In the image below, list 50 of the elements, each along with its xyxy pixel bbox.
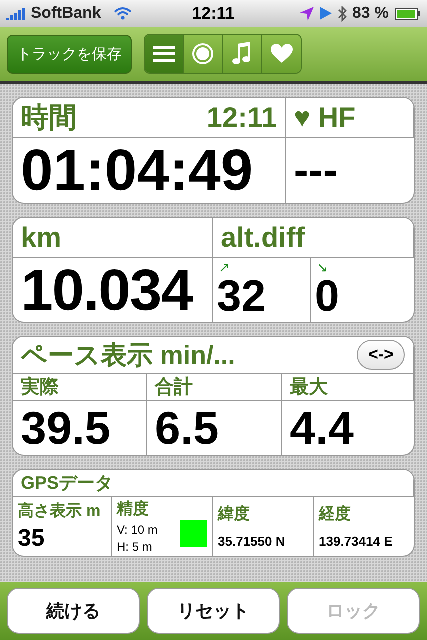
record-icon (192, 43, 214, 65)
ascent-arrow: ↗ (219, 260, 230, 275)
clock-time: 12:11 (192, 4, 235, 24)
horizontal-accuracy: H: 5 m (117, 540, 154, 554)
heart-icon (270, 44, 292, 64)
bluetooth-icon (338, 6, 347, 22)
heart-rate-label: ♥ HF (294, 102, 356, 134)
latitude-value: 35.71550 N (218, 534, 286, 549)
gps-title: GPSデータ (21, 472, 114, 495)
descent-arrow: ↘ (317, 260, 328, 275)
battery-percent: 83 % (352, 4, 389, 22)
view-tab[interactable] (184, 35, 223, 73)
battery-icon (395, 8, 421, 20)
clock-label: 12:11 (206, 102, 277, 134)
distance-value: 10.034 (21, 256, 192, 322)
save-track-button[interactable]: トラックを保存 (7, 34, 132, 74)
view-tab[interactable] (223, 35, 262, 73)
bottom-button[interactable]: 続ける (7, 588, 140, 634)
heart-rate-value: --- (294, 146, 338, 196)
bottom-button[interactable]: リセット (147, 588, 280, 634)
elapsed-time: 01:04:49 (21, 137, 254, 203)
longitude-value: 139.73414 E (319, 534, 394, 549)
altitude-diff-label: alt.diff (221, 222, 305, 254)
pace-value: 39.5 (21, 401, 111, 455)
descent-value: 0 (315, 272, 340, 322)
pace-label: 合計 (155, 376, 193, 400)
carrier-name: SoftBank (31, 4, 102, 22)
altitude-label: 高さ表示 m (18, 501, 102, 522)
play-icon (320, 7, 332, 20)
pace-label: 最大 (290, 376, 328, 400)
unit-toggle-button[interactable]: <-> (357, 340, 405, 370)
altitude-value: 35 (18, 524, 46, 552)
view-tab[interactable] (145, 35, 184, 73)
vertical-accuracy: V: 10 m (117, 523, 159, 537)
signal-icon (6, 8, 26, 20)
time-label: 時間 (21, 100, 77, 134)
location-arrow-icon (300, 6, 314, 20)
longitude-label: 経度 (319, 504, 352, 525)
accuracy-label: 精度 (117, 499, 150, 520)
latitude-label: 緯度 (218, 504, 251, 525)
ascent-value: 32 (217, 272, 266, 322)
pace-label: 実際 (21, 376, 59, 400)
menu-icon (153, 45, 175, 63)
wifi-icon (114, 7, 132, 20)
music-note-icon (232, 42, 252, 66)
view-tab[interactable] (262, 35, 301, 73)
pace-value: 4.4 (290, 401, 354, 455)
pace-value: 6.5 (155, 401, 219, 455)
pace-title: ペース表示 min/... (21, 338, 236, 372)
distance-label: km (21, 222, 62, 254)
